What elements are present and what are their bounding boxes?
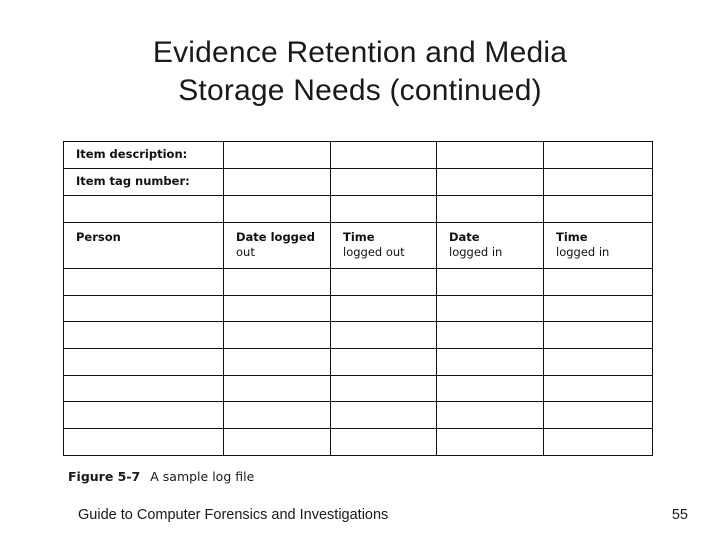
table-row-item-description: Item description: [63, 141, 653, 169]
table-cell[interactable] [436, 321, 544, 350]
table-cell[interactable] [63, 401, 224, 430]
table-cell[interactable] [63, 374, 224, 403]
table-body: Item description: Item tag number: Perso… [63, 141, 653, 269]
table-entry-rows [63, 268, 653, 456]
column-header-person: Person [63, 222, 224, 269]
table-cell[interactable] [223, 348, 331, 376]
table-row-blank-spacer [63, 195, 653, 223]
table-cell[interactable] [436, 294, 544, 323]
table-cell[interactable] [330, 268, 437, 296]
column-header-person-bold: Person [76, 230, 121, 244]
cell-spacer-a[interactable] [63, 195, 224, 223]
table-cell[interactable] [436, 401, 544, 430]
page-title-line-2: Storage Needs (continued) [178, 74, 542, 107]
column-header-time-logged-out-rest: logged out [343, 245, 405, 259]
column-header-time-logged-in-bold: Time [556, 230, 588, 244]
table-cell[interactable] [63, 428, 224, 456]
cell-item-description-label: Item description: [63, 141, 224, 169]
table-row [63, 401, 653, 430]
column-header-time-logged-in: Time logged in [543, 222, 653, 269]
slide-page: { "slide": { "title_line1": "Evidence Re… [0, 0, 720, 540]
cell-item-description-e[interactable] [543, 141, 653, 169]
cell-item-tag-number-d[interactable] [436, 168, 544, 196]
column-header-date-logged-out: Date logged out [223, 222, 331, 269]
footer-title: Guide to Computer Forensics and Investig… [78, 507, 389, 523]
table-row-item-tag-number: Item tag number: [63, 168, 653, 196]
table-cell[interactable] [436, 268, 544, 296]
figure-caption-text: A sample log file [150, 469, 255, 484]
slide-footer: Guide to Computer Forensics and Investig… [0, 505, 720, 527]
table-cell[interactable] [543, 374, 653, 403]
table-cell[interactable] [63, 294, 224, 323]
table-cell[interactable] [543, 348, 653, 376]
table-row [63, 374, 653, 403]
table-cell[interactable] [436, 374, 544, 403]
table-cell[interactable] [330, 401, 437, 430]
cell-spacer-c[interactable] [330, 195, 437, 223]
table-cell[interactable] [63, 321, 224, 350]
table-cell[interactable] [436, 348, 544, 376]
table-cell[interactable] [330, 374, 437, 403]
table-cell[interactable] [543, 428, 653, 456]
page-title-line-1: Evidence Retention and Media [152, 36, 568, 69]
page-title: Evidence Retention and Media Storage Nee… [0, 34, 720, 110]
table-row [63, 428, 653, 456]
table-cell[interactable] [223, 401, 331, 430]
table-cell[interactable] [223, 374, 331, 403]
item-description-label: Item description: [76, 147, 188, 161]
table-row [63, 348, 653, 376]
table-cell[interactable] [543, 321, 653, 350]
figure-number: Figure 5-7 [68, 469, 141, 484]
cell-item-tag-number-b[interactable] [223, 168, 331, 196]
table-cell[interactable] [330, 348, 437, 376]
table-row [63, 294, 653, 323]
table-cell[interactable] [330, 321, 437, 350]
column-header-time-logged-in-rest: logged in [556, 245, 610, 259]
table-cell[interactable] [223, 428, 331, 456]
figure-caption: Figure 5-7 A sample log file [68, 469, 254, 485]
table-cell[interactable] [223, 321, 331, 350]
table-cell[interactable] [436, 428, 544, 456]
table-row [63, 321, 653, 350]
cell-spacer-d[interactable] [436, 195, 544, 223]
figure-log-file: Item description: Item tag number: Perso… [63, 141, 653, 456]
table-cell[interactable] [330, 428, 437, 456]
item-tag-number-label: Item tag number: [76, 174, 190, 188]
cell-spacer-b[interactable] [223, 195, 331, 223]
table-cell[interactable] [223, 294, 331, 323]
cell-item-description-b[interactable] [223, 141, 331, 169]
cell-spacer-e[interactable] [543, 195, 653, 223]
table-row [63, 268, 653, 296]
table-cell[interactable] [543, 294, 653, 323]
footer-page-number: 55 [671, 507, 688, 523]
table-header-row: Person Date logged out Time logged out D… [63, 222, 653, 269]
column-header-date-logged-out-rest: out [236, 245, 255, 259]
column-header-time-logged-out: Time logged out [330, 222, 437, 269]
table-cell[interactable] [63, 268, 224, 296]
sample-log-file-table: Item description: Item tag number: Perso… [63, 141, 653, 456]
cell-item-tag-number-e[interactable] [543, 168, 653, 196]
table-cell[interactable] [63, 348, 224, 376]
table-cell[interactable] [330, 294, 437, 323]
cell-item-description-c[interactable] [330, 141, 437, 169]
table-cell[interactable] [543, 401, 653, 430]
cell-item-description-d[interactable] [436, 141, 544, 169]
spacer-label [64, 196, 223, 201]
table-cell[interactable] [543, 268, 653, 296]
column-header-date-logged-in-rest: logged in [449, 245, 503, 259]
column-header-date-logged-in: Date logged in [436, 222, 544, 269]
column-header-time-logged-out-bold: Time [343, 230, 375, 244]
column-header-date-logged-in-bold: Date [449, 230, 480, 244]
table-cell[interactable] [223, 268, 331, 296]
cell-item-tag-number-label: Item tag number: [63, 168, 224, 196]
cell-item-tag-number-c[interactable] [330, 168, 437, 196]
column-header-date-logged-out-bold: Date logged [236, 230, 315, 244]
